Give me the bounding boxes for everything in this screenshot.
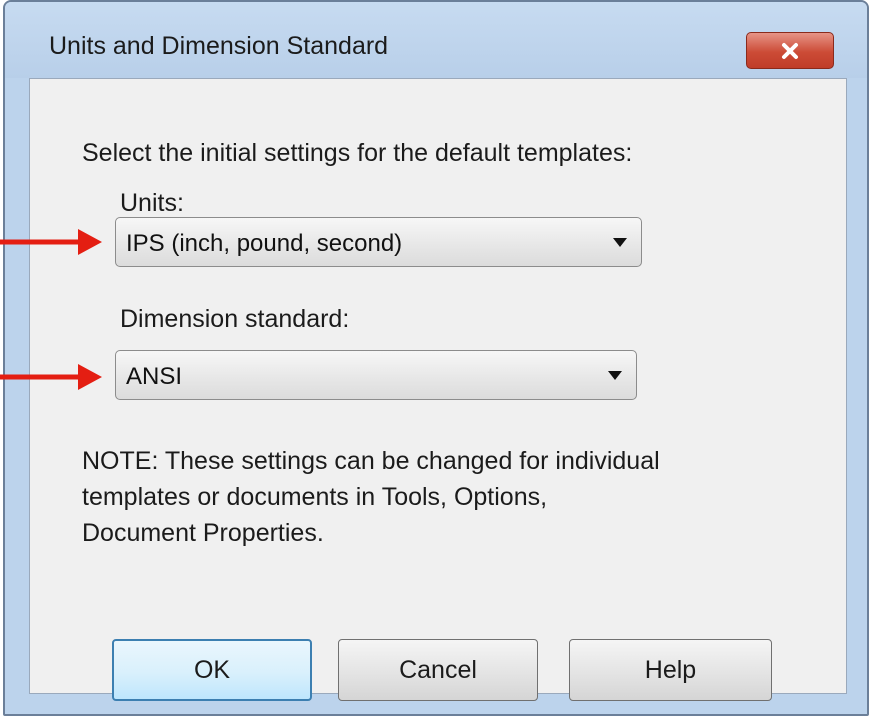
close-icon: [782, 42, 798, 59]
title-bar[interactable]: Units and Dimension Standard: [5, 2, 867, 78]
help-button[interactable]: Help: [569, 639, 772, 701]
dimension-standard-label: Dimension standard:: [120, 305, 350, 333]
cancel-button[interactable]: Cancel: [338, 639, 538, 701]
close-button[interactable]: [746, 32, 834, 69]
annotation-arrow-units: [0, 229, 102, 255]
units-dropdown[interactable]: IPS (inch, pound, second): [115, 217, 642, 267]
window-title: Units and Dimension Standard: [49, 32, 389, 60]
dimension-standard-selected-value: ANSI: [126, 363, 183, 390]
instruction-text: Select the initial settings for the defa…: [82, 139, 633, 167]
dialog-body: Select the initial settings for the defa…: [29, 78, 847, 701]
chevron-down-icon: [613, 238, 627, 247]
ok-button[interactable]: OK: [112, 639, 312, 701]
units-selected-value: IPS (inch, pound, second): [126, 230, 403, 257]
note-text: NOTE: These settings can be changed for …: [82, 447, 660, 547]
units-label: Units:: [120, 189, 184, 217]
annotation-arrow-dimension: [0, 364, 102, 390]
dialog-window: Units and Dimension Standard Select the …: [3, 0, 869, 716]
dimension-standard-dropdown[interactable]: ANSI: [115, 350, 637, 400]
chevron-down-icon: [608, 371, 622, 380]
